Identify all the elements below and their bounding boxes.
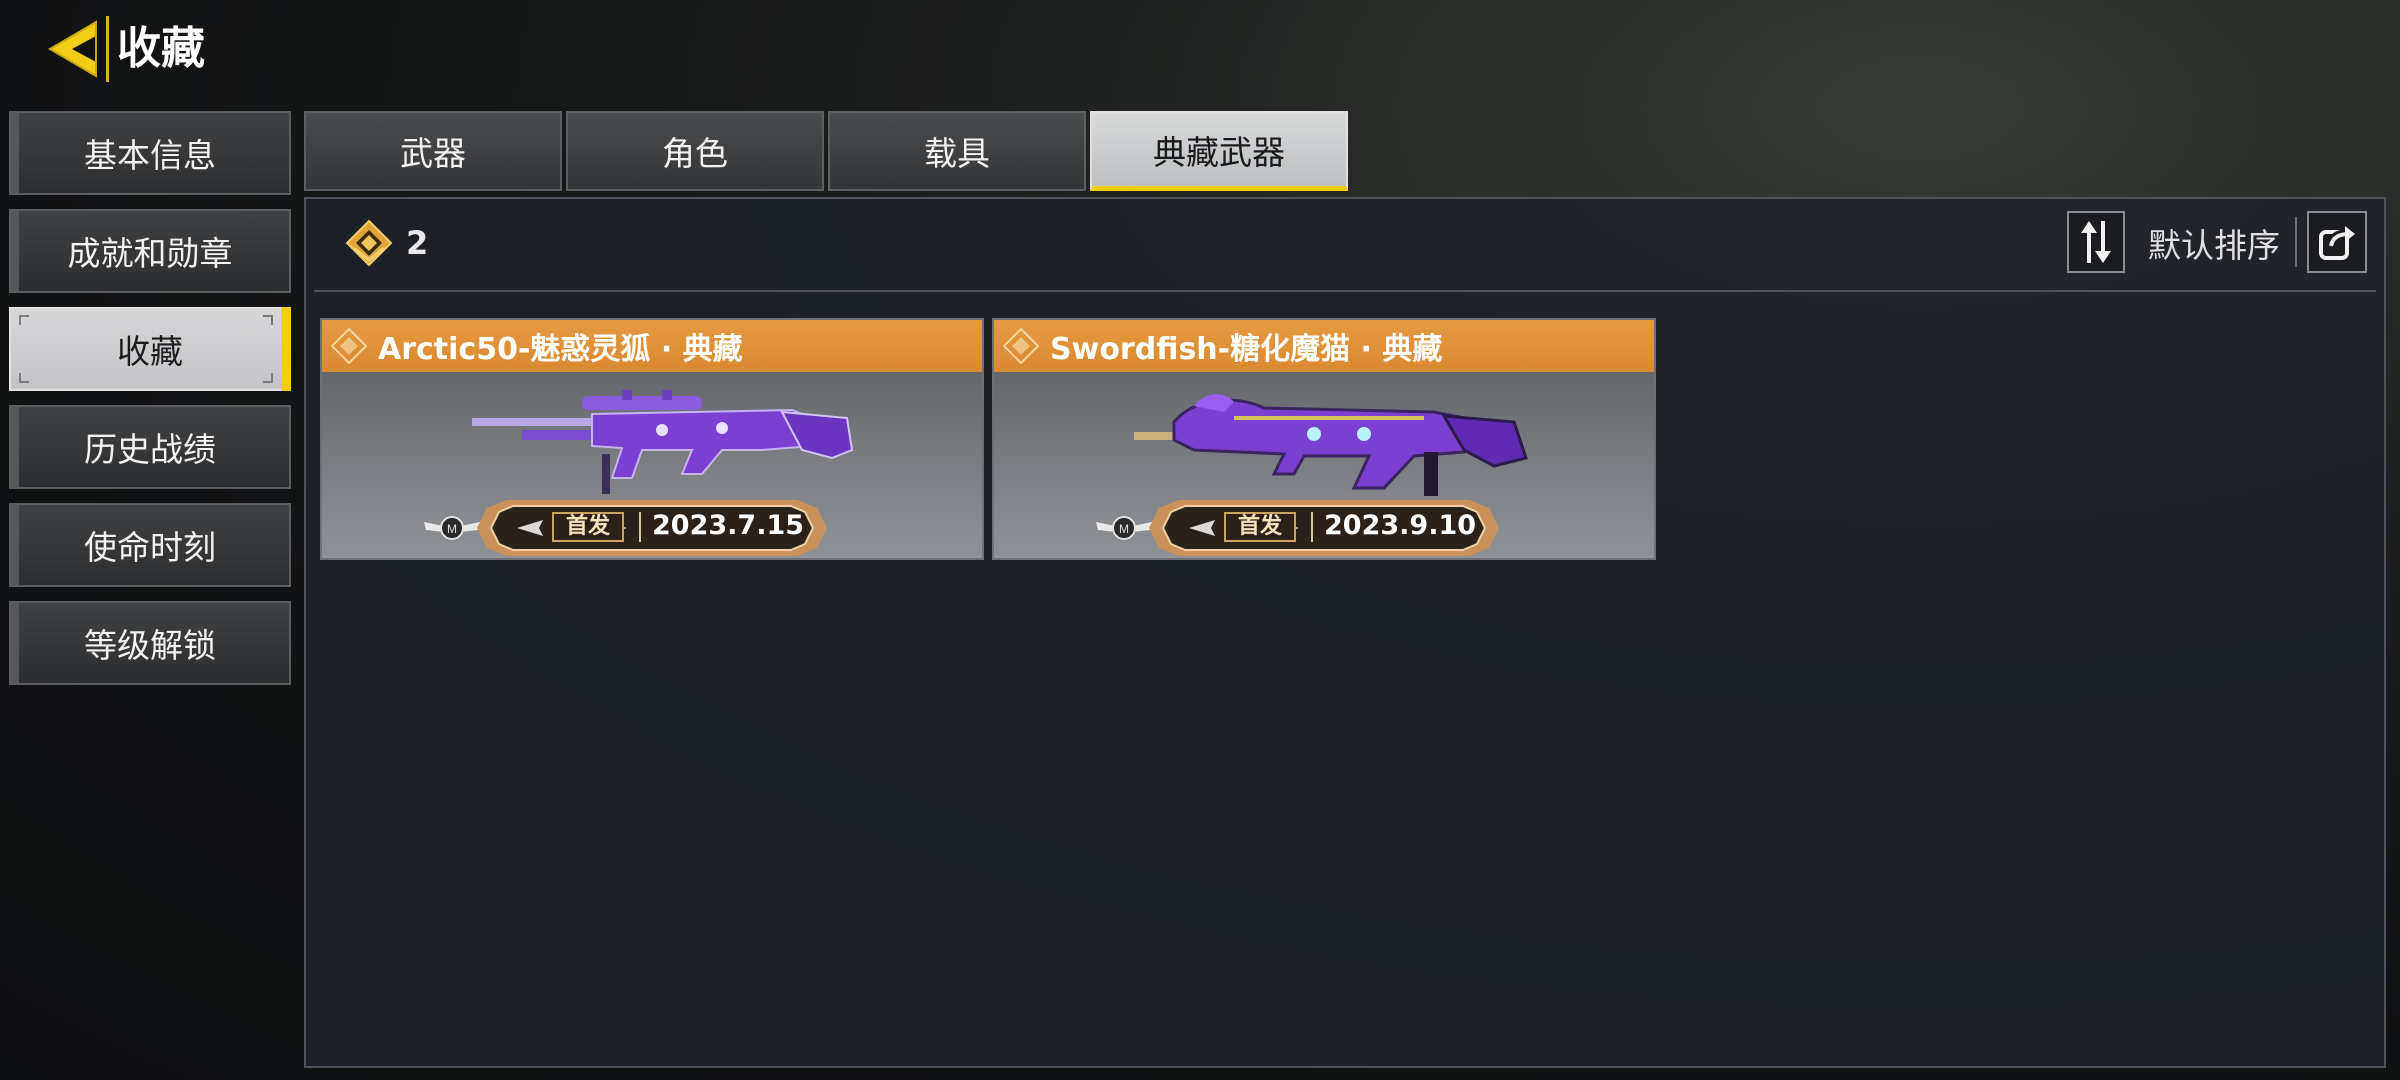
sidebar-item-level-unlock[interactable]: 等级解锁 bbox=[9, 601, 291, 685]
sort-label[interactable]: 默认排序 bbox=[2148, 219, 2280, 267]
diamond-icon bbox=[330, 327, 368, 365]
sidebar-item-basic-info[interactable]: 基本信息 bbox=[9, 111, 291, 195]
divider bbox=[2295, 217, 2297, 267]
winged-rank-icon: M bbox=[424, 516, 480, 540]
corner-decoration bbox=[19, 373, 29, 383]
divider bbox=[639, 512, 641, 542]
sidebar: 基本信息 成就和勋章 收藏 历史战绩 使命时刻 等级解锁 bbox=[9, 111, 291, 699]
weapon-card[interactable]: Swordfish-糖化魔猫 · 典藏 M 首发 2023.9.10 bbox=[992, 318, 1656, 560]
sidebar-item-achievements[interactable]: 成就和勋章 bbox=[9, 209, 291, 293]
release-badge: M 首发 2023.9.10 bbox=[1094, 498, 1514, 558]
sidebar-item-label: 等级解锁 bbox=[84, 626, 216, 665]
corner-decoration bbox=[263, 373, 273, 383]
corner-decoration bbox=[263, 315, 273, 325]
divider bbox=[1311, 512, 1313, 542]
first-release-tag: 首发 bbox=[1224, 512, 1296, 542]
card-header: Arctic50-魅惑灵狐 · 典藏 bbox=[322, 320, 982, 372]
weapon-image bbox=[472, 390, 854, 494]
sidebar-item-label: 使命时刻 bbox=[84, 528, 216, 567]
card-title: Swordfish-糖化魔猫 · 典藏 bbox=[1050, 332, 1443, 367]
sort-arrows-icon bbox=[2081, 221, 2111, 263]
tab-weapons[interactable]: 武器 bbox=[304, 111, 562, 191]
tab-label: 载具 bbox=[924, 134, 990, 173]
back-button[interactable] bbox=[42, 16, 104, 82]
weapon-image bbox=[1134, 394, 1528, 496]
corner-decoration bbox=[19, 315, 29, 325]
tab-characters[interactable]: 角色 bbox=[566, 111, 824, 191]
release-date: 2023.9.10 bbox=[1324, 510, 1477, 541]
legendary-emblem-icon bbox=[345, 219, 393, 267]
share-button[interactable] bbox=[2307, 211, 2367, 273]
first-release-tag: 首发 bbox=[552, 512, 624, 542]
tab-vehicles[interactable]: 载具 bbox=[828, 111, 1086, 191]
sidebar-item-history[interactable]: 历史战绩 bbox=[9, 405, 291, 489]
sidebar-item-moments[interactable]: 使命时刻 bbox=[9, 503, 291, 587]
sidebar-item-label: 历史战绩 bbox=[84, 430, 216, 469]
card-body: M 首发 2023.9.10 bbox=[994, 372, 1654, 558]
tab-legendary-weapons[interactable]: 典藏武器 bbox=[1090, 111, 1348, 191]
weapon-card[interactable]: Arctic50-魅惑灵狐 · 典藏 M 首发 2023.7.15 bbox=[320, 318, 984, 560]
collection-panel: 2 默认排序 Arctic50-魅惑灵狐 · 典藏 M 首发 2023.7.15… bbox=[304, 197, 2386, 1068]
release-badge: M 首发 2023.7.15 bbox=[422, 498, 842, 558]
winged-rank-icon: M bbox=[1096, 516, 1152, 540]
tab-label: 武器 bbox=[400, 134, 466, 173]
sidebar-item-label: 成就和勋章 bbox=[67, 234, 233, 273]
card-body: M 首发 2023.7.15 bbox=[322, 372, 982, 558]
svg-text:M: M bbox=[1119, 522, 1129, 536]
tab-label: 典藏武器 bbox=[1153, 132, 1285, 172]
sidebar-item-label: 收藏 bbox=[117, 332, 183, 371]
header-divider bbox=[314, 290, 2376, 292]
card-title: Arctic50-魅惑灵狐 · 典藏 bbox=[378, 332, 743, 367]
page-title: 收藏 bbox=[106, 16, 211, 82]
card-header: Swordfish-糖化魔猫 · 典藏 bbox=[994, 320, 1654, 372]
sort-button[interactable] bbox=[2067, 211, 2125, 273]
diamond-icon bbox=[1002, 327, 1040, 365]
share-icon bbox=[2319, 226, 2355, 260]
back-arrow-icon bbox=[48, 20, 97, 78]
count-value: 2 bbox=[406, 224, 429, 262]
release-date: 2023.7.15 bbox=[652, 510, 805, 541]
svg-text:M: M bbox=[447, 522, 457, 536]
tab-bar: 武器 角色 载具 典藏武器 bbox=[304, 111, 1348, 191]
sidebar-item-label: 基本信息 bbox=[84, 136, 216, 175]
tab-label: 角色 bbox=[662, 134, 728, 173]
collection-count: 2 bbox=[344, 217, 428, 269]
sidebar-item-collection[interactable]: 收藏 bbox=[9, 307, 291, 391]
